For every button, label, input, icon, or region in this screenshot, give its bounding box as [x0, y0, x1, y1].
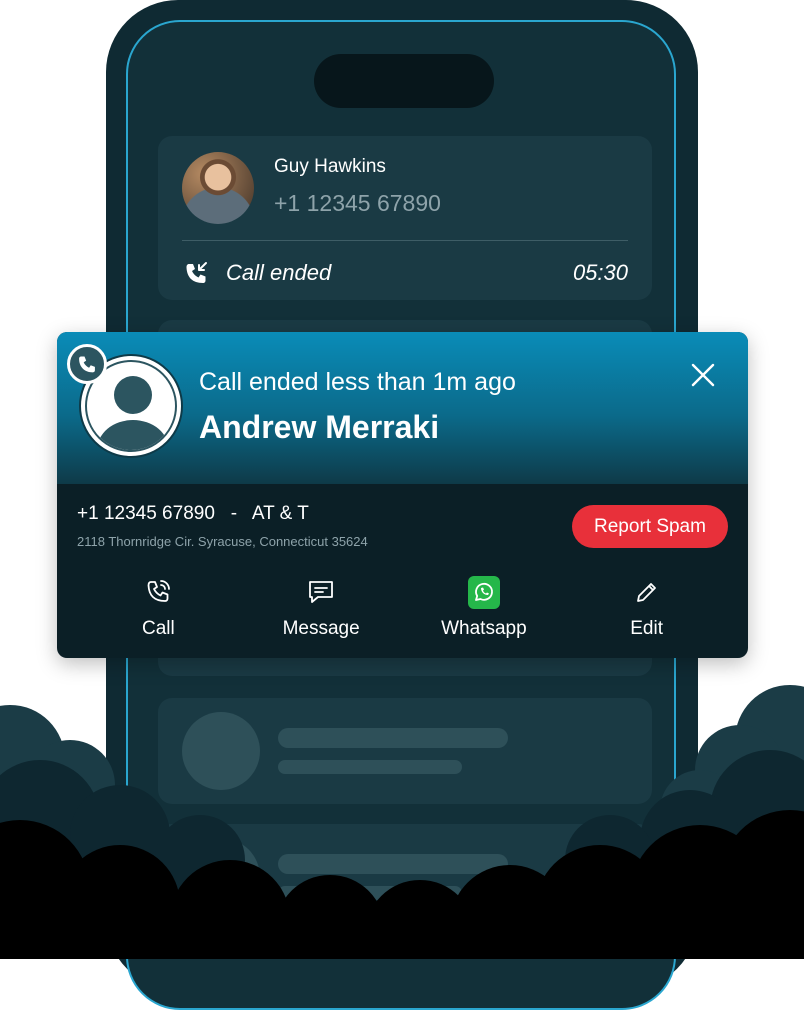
- action-label: Call: [142, 618, 175, 639]
- popup-header: Call ended less than 1m ago Andrew Merra…: [57, 332, 748, 484]
- message-button[interactable]: Message: [240, 576, 403, 646]
- action-label: Message: [282, 618, 360, 639]
- phone-icon: [142, 576, 174, 608]
- caller-number: +1 12345 67890 - AT & T: [77, 503, 309, 524]
- caller-address: 2118 Thornridge Cir. Syracuse, Connectic…: [77, 534, 368, 549]
- phone-badge-icon: [67, 344, 107, 384]
- call-status: Call ended: [226, 260, 332, 285]
- contact-name: Guy Hawkins: [274, 156, 386, 177]
- edit-button[interactable]: Edit: [565, 576, 728, 646]
- phone-notch: [314, 54, 494, 108]
- contact-phone: +1 12345 67890: [274, 190, 441, 216]
- recent-call-card[interactable]: Guy Hawkins +1 12345 67890 Call ended 05…: [158, 136, 652, 300]
- divider: [182, 240, 628, 241]
- caller-id-popup: Call ended less than 1m ago Andrew Merra…: [57, 332, 748, 658]
- action-label: Whatsapp: [441, 618, 527, 639]
- action-label: Edit: [630, 618, 663, 639]
- avatar: [182, 152, 254, 224]
- popup-subtitle: Call ended less than 1m ago: [199, 368, 516, 396]
- call-duration: 05:30: [572, 260, 628, 285]
- caller-name: Andrew Merraki: [199, 409, 440, 445]
- whatsapp-button[interactable]: Whatsapp: [403, 575, 566, 646]
- edit-icon: [631, 576, 663, 608]
- message-icon: [305, 576, 337, 608]
- close-icon[interactable]: [688, 360, 718, 390]
- cloud-decoration: [0, 685, 804, 959]
- report-spam-button[interactable]: Report Spam: [572, 505, 728, 548]
- incoming-call-icon: [186, 262, 207, 283]
- whatsapp-icon: [467, 575, 500, 609]
- call-button[interactable]: Call: [77, 576, 240, 646]
- action-bar: Call Message Whatsapp Edit: [77, 575, 728, 646]
